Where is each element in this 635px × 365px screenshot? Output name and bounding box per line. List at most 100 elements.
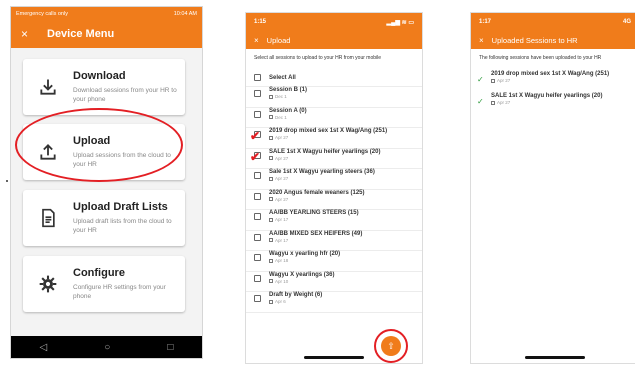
status-time: 10:04 AM [173, 10, 197, 17]
card-description: Download sessions from your HR to your p… [73, 87, 177, 103]
session-checkbox[interactable] [254, 295, 261, 302]
calendar-icon [269, 238, 273, 243]
select-all-row[interactable]: Select All [246, 69, 422, 87]
session-checkbox[interactable] [254, 254, 261, 261]
home-indicator [304, 356, 364, 359]
session-name: AA/BB MIXED SEX HEIFERS (49) [269, 230, 363, 237]
card-description: Configure HR settings from your phone [73, 284, 166, 300]
status-icons: ▂▄▆ ≋ ▭ [386, 19, 414, 26]
session-name: AA/BB YEARLING STEERS (15) [269, 210, 359, 216]
session-name: Wagyu x yearling hfr (20) [269, 251, 341, 257]
status-bar: 1:15 ▂▄▆ ≋ ▭ [246, 13, 422, 31]
upload-draft-lists-card[interactable]: Upload Draft Lists Upload draft lists fr… [23, 190, 185, 246]
status-bar: 1:17 4G [471, 13, 635, 31]
session-checkbox[interactable] [254, 172, 261, 179]
session-name: 2019 drop mixed sex 1st X Wag/Ang (251) [491, 71, 610, 77]
session-date: Apr 17 [275, 237, 289, 243]
close-icon[interactable]: × [479, 36, 484, 45]
status-bar: Emergency calls only 10:04 AM [11, 7, 202, 20]
select-all-label: Select All [269, 74, 296, 81]
calendar-icon [269, 176, 273, 181]
home-icon[interactable]: ○ [104, 342, 110, 353]
calendar-icon [269, 156, 273, 161]
android-nav-bar: ◁ ○ □ [11, 336, 202, 358]
calendar-icon [269, 94, 273, 99]
calendar-icon [269, 217, 273, 222]
session-name: 2019 drop mixed sex 1st X Wag/Ang (251) [269, 128, 388, 134]
uploaded-session-row: ✓ 2019 drop mixed sex 1st X Wag/Ang (251)… [471, 69, 635, 91]
uploaded-list: ✓ 2019 drop mixed sex 1st X Wag/Ang (251)… [471, 69, 635, 113]
session-date: Apr 17 [275, 217, 289, 222]
checkmark-icon: ✔ [250, 129, 261, 143]
upload-highlight-ellipse [15, 108, 183, 182]
download-card[interactable]: Download Download sessions from your HR … [23, 59, 185, 115]
calendar-icon [269, 279, 273, 284]
session-row[interactable]: Draft by Weight (6) Apr 6 [246, 292, 422, 313]
session-row[interactable]: AA/BB MIXED SEX HEIFERS (49) Apr 17 [246, 230, 422, 251]
session-row[interactable]: Sale 1st X Wagyu yearling steers (36) Apr… [246, 169, 422, 190]
checkmark-icon: ✔ [250, 149, 261, 164]
session-checkbox[interactable] [254, 233, 261, 241]
calendar-icon [491, 100, 495, 105]
session-checkbox[interactable] [254, 90, 261, 97]
session-name: Session A (0) [269, 107, 307, 114]
session-name: 2020 Angus female weaners (125) [269, 189, 365, 196]
session-row[interactable]: Wagyu x yearling hfr (20) Apr 18 [246, 251, 422, 272]
upload-icon: ⇧ [387, 340, 395, 351]
status-signal: 4G [622, 19, 631, 25]
intro-text: Select all sessions to upload to your HR… [254, 55, 382, 61]
session-checkbox[interactable] [254, 274, 261, 282]
session-row[interactable]: ✔ 2019 drop mixed sex 1st X Wag/Ang (251)… [246, 128, 422, 149]
session-date: Dec 1 [275, 94, 287, 99]
session-row[interactable]: Session B (1) Dec 1 [246, 87, 422, 108]
calendar-icon [269, 197, 273, 202]
configure-card[interactable]: Configure Configure HR settings from you… [23, 256, 185, 312]
check-icon: ✓ [477, 97, 484, 106]
intro-text: The following sessions have been uploade… [479, 55, 602, 61]
stray-dot [6, 180, 8, 182]
app-bar: × Uploaded Sessions to HR [471, 31, 635, 49]
calendar-icon [269, 115, 273, 120]
recents-icon[interactable]: □ [167, 342, 173, 353]
uploaded-session-row: ✓ SALE 1st X Wagyu heifer yearlings (20) A… [471, 91, 635, 113]
card-title: Upload Draft Lists [73, 201, 168, 213]
session-row[interactable]: 2020 Angus female weaners (125) Apr 27 [246, 189, 422, 210]
card-title: Configure [73, 267, 125, 279]
select-all-checkbox[interactable] [254, 74, 261, 81]
session-date: Apr 6 [275, 299, 286, 304]
session-date: Apr 27 [497, 100, 511, 105]
session-checkbox[interactable] [254, 213, 261, 220]
calendar-icon [491, 78, 495, 83]
session-checkbox[interactable] [254, 110, 261, 118]
session-row[interactable]: ✔ SALE 1st X Wagyu heifer yearlings (20) A… [246, 148, 422, 169]
close-icon[interactable]: × [21, 27, 47, 41]
gear-icon [23, 274, 73, 294]
session-checkbox[interactable] [254, 192, 261, 200]
calendar-icon [269, 299, 273, 304]
calendar-icon [269, 135, 273, 140]
status-left: Emergency calls only [16, 10, 68, 17]
close-icon[interactable]: × [254, 36, 259, 45]
session-row[interactable]: Session A (0) Dec 1 [246, 107, 422, 128]
session-date: Apr 27 [497, 78, 511, 83]
session-name: SALE 1st X Wagyu heifer yearlings (20) [269, 148, 381, 155]
session-date: Apr 18 [275, 258, 289, 263]
session-row[interactable]: AA/BB YEARLING STEERS (15) Apr 17 [246, 210, 422, 231]
session-date: Apr 27 [275, 196, 289, 202]
upload-sessions-screen: 1:15 ▂▄▆ ≋ ▭ × Upload Select all session… [245, 12, 423, 364]
page-title: Uploaded Sessions to HR [491, 35, 578, 45]
status-time: 1:17 [479, 19, 492, 25]
session-name: SALE 1st X Wagyu heifer yearlings (20) [491, 93, 603, 99]
session-date: Apr 27 [275, 135, 289, 140]
page-title: Device Menu [47, 28, 115, 40]
session-date: Apr 27 [275, 155, 289, 161]
home-indicator [525, 356, 585, 359]
page-title: Upload [266, 35, 291, 45]
session-date: Apr 27 [275, 176, 289, 181]
session-date: Dec 1 [275, 114, 287, 120]
upload-fab-button[interactable]: ⇧ [381, 336, 401, 356]
session-row[interactable]: Wagyu X yearlings (36) Apr 10 [246, 271, 422, 292]
session-date: Apr 10 [275, 278, 289, 284]
session-name: Wagyu X yearlings (36) [269, 271, 335, 278]
back-icon[interactable]: ◁ [40, 342, 48, 353]
